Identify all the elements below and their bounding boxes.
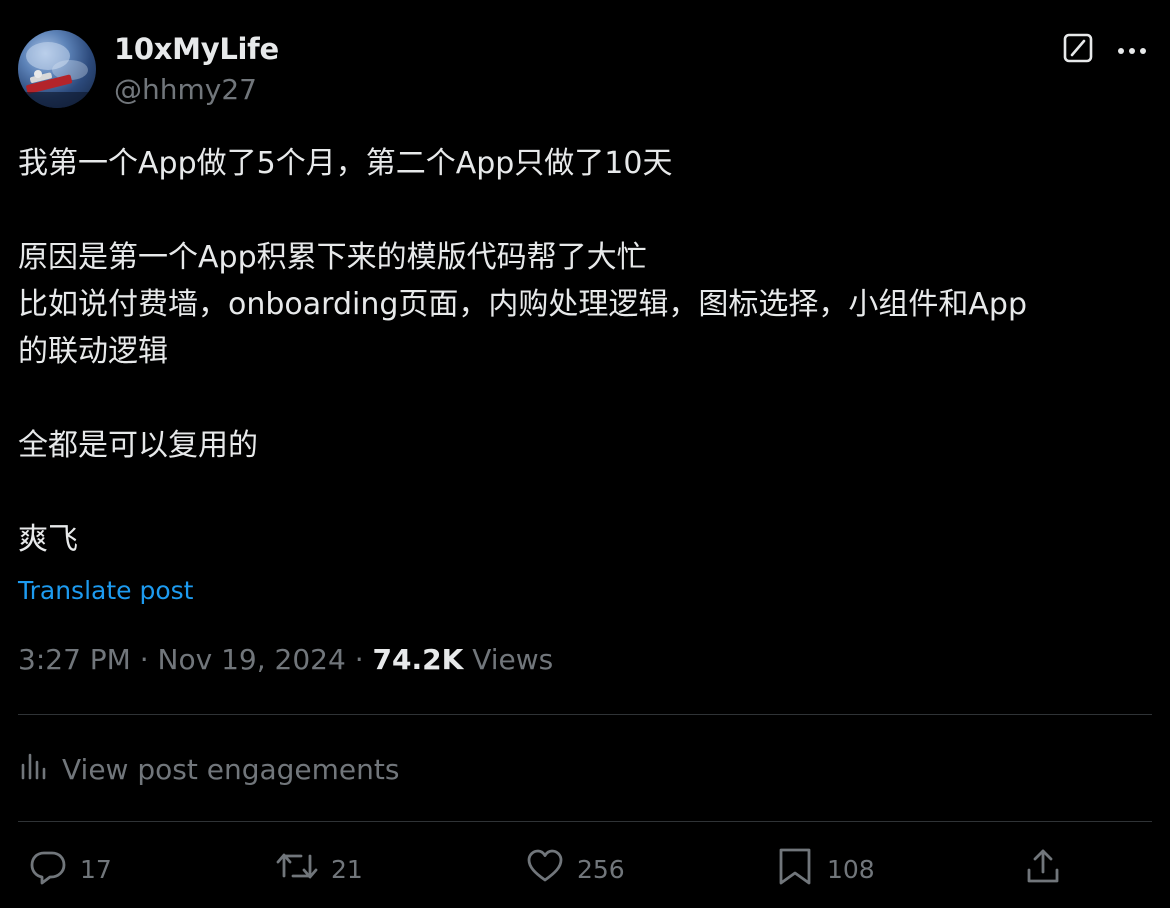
reply-button[interactable]: 17 [28, 846, 112, 892]
repost-button[interactable]: 21 [275, 846, 363, 892]
heart-icon [525, 846, 565, 892]
author-handle[interactable]: @hhmy27 [114, 73, 257, 106]
divider [18, 821, 1152, 822]
post-line: 比如说付费墙，onboarding页面，内购处理逻辑，图标选择，小组件和App [18, 287, 1027, 322]
divider [18, 714, 1152, 715]
post-line: 爽飞 [18, 522, 78, 557]
grok-icon [1062, 32, 1094, 68]
view-engagements-button[interactable]: View post engagements [18, 746, 399, 792]
post-time[interactable]: 3:27 PM [18, 643, 131, 676]
post-line: 的联动逻辑 [18, 334, 168, 369]
views-label: Views [472, 643, 554, 676]
meta-separator: · [354, 643, 364, 676]
grok-button[interactable] [1061, 33, 1095, 67]
share-icon [1023, 846, 1063, 892]
more-icon [1116, 41, 1148, 60]
like-button[interactable]: 256 [525, 846, 625, 892]
more-button[interactable] [1113, 33, 1151, 67]
bookmark-icon [775, 846, 815, 892]
post-text: 我第一个App做了5个月，第二个App只做了10天 原因是第一个App积累下来的… [18, 140, 1152, 563]
translate-post-link[interactable]: Translate post [18, 576, 193, 605]
reply-icon [28, 846, 68, 892]
post: 10xMyLife @hhmy27 我第一个App做了5个月，第二个App只做了… [0, 0, 1170, 908]
bookmark-count: 108 [827, 854, 875, 884]
post-meta: 3:27 PM · Nov 19, 2024 · 74.2K Views [18, 643, 553, 676]
view-engagements-label: View post engagements [62, 752, 400, 786]
bookmark-button[interactable]: 108 [775, 846, 875, 892]
views-count: 74.2K [372, 643, 464, 676]
post-date[interactable]: Nov 19, 2024 [158, 643, 346, 676]
repost-count: 21 [331, 854, 363, 884]
post-line: 原因是第一个App积累下来的模版代码帮了大忙 [18, 240, 647, 275]
repost-icon [275, 846, 319, 892]
share-button[interactable] [1023, 846, 1063, 892]
post-line: 全都是可以复用的 [18, 428, 258, 463]
like-count: 256 [577, 854, 625, 884]
post-line: 我第一个App做了5个月，第二个App只做了10天 [18, 146, 673, 181]
avatar[interactable] [18, 30, 96, 108]
author-name[interactable]: 10xMyLife [114, 32, 279, 66]
analytics-icon [18, 751, 62, 788]
meta-separator: · [139, 643, 149, 676]
reply-count: 17 [80, 854, 112, 884]
